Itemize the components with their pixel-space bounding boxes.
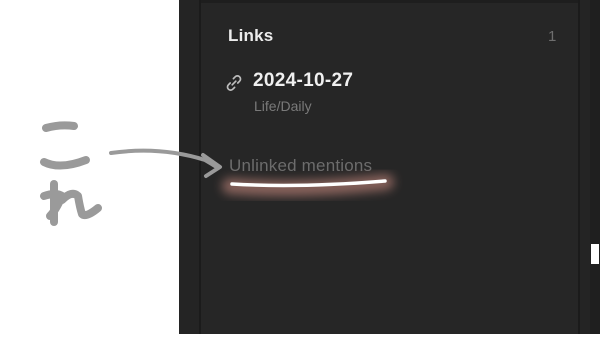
handwritten-character-re [40,180,102,226]
link-path: Life/Daily [254,98,312,114]
scrollbar-gap [591,244,599,264]
unlinked-mentions-toggle[interactable]: Unlinked mentions [229,156,372,176]
links-count-badge: 1 [548,28,557,45]
handwritten-character-ko [40,121,90,170]
link-item[interactable]: 2024-10-27 Life/Daily [224,70,524,116]
panel-top-divider [201,0,578,3]
link-title[interactable]: 2024-10-27 [253,70,353,92]
screenshot-stage: Links 1 2024-10-27 Life/Daily Unlinked m… [0,0,600,338]
links-heading[interactable]: Links [228,26,273,46]
link-icon [226,75,242,91]
scrollbar-track[interactable] [590,0,600,334]
